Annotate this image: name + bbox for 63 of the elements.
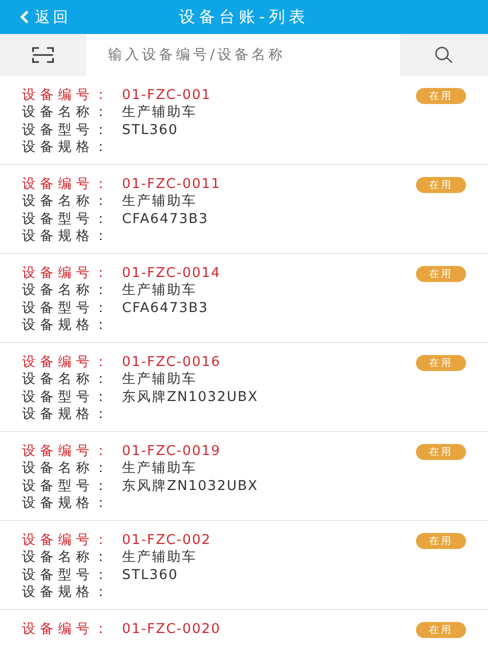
equipment-card[interactable]: 设备编号： 01-FZC-001 设备名称： 生产辅助车 设备型号： STL360 设备规格： 在用: [0, 76, 488, 165]
field-label: 设备型号：: [22, 566, 113, 584]
field-value: CFA6473B3: [122, 300, 208, 316]
field-label: 设备名称：: [22, 459, 113, 478]
field-label: 设备型号：: [22, 476, 113, 495]
equipment-code: 01-FZC-0011: [122, 176, 221, 192]
field-value: 生产辅助车: [122, 192, 197, 210]
status-badge: 在用: [416, 622, 466, 638]
field-label: 设备编号：: [22, 264, 113, 282]
field-value: STL360: [122, 566, 178, 583]
field-label: 设备规格：: [22, 494, 113, 512]
field-label: 设备名称：: [22, 281, 113, 300]
page-title: 设备台账-列表: [179, 6, 309, 28]
scan-icon: [32, 46, 54, 64]
field-label: 设备规格：: [22, 138, 113, 156]
field-value: 生产辅助车: [122, 103, 197, 122]
field-label: 设备编号：: [22, 86, 113, 104]
search-icon: [434, 46, 454, 64]
field-label: 设备名称：: [22, 370, 113, 388]
field-label: 设备型号：: [22, 388, 113, 406]
status-badge: 在用: [416, 355, 466, 371]
equipment-code: 01-FZC-0020: [122, 620, 221, 637]
status-badge: 在用: [416, 88, 466, 104]
field-label: 设备编号：: [22, 174, 113, 193]
equipment-card[interactable]: 设备编号： 01-FZC-0019 设备名称： 生产辅助车 设备型号： 东风牌ZN1032UBX 设备规格： 在用: [0, 432, 488, 521]
field-value: 东风牌ZN1032UBX: [122, 388, 258, 406]
field-value: CFA6473B3: [122, 210, 208, 227]
equipment-card[interactable]: 设备编号： 01-FZC-0011 设备名称： 生产辅助车 设备型号： CFA6473B3 设备规格： 在用: [0, 165, 488, 254]
status-badge: 在用: [416, 266, 466, 282]
field-value: 生产辅助车: [122, 459, 197, 478]
equipment-code: 01-FZC-0019: [122, 442, 221, 459]
search-field[interactable]: 输入设备编号/设备名称: [86, 34, 400, 76]
equipment-code: 01-FZC-0016: [122, 354, 221, 370]
status-badge: 在用: [416, 177, 466, 193]
field-label: 设备规格：: [22, 583, 113, 602]
field-label: 设备编号：: [22, 442, 113, 460]
field-value: 东风牌ZN1032UBX: [122, 476, 258, 495]
field-value: STL360: [122, 122, 178, 138]
field-label: 设备规格：: [22, 316, 113, 334]
field-label: 设备名称：: [22, 192, 113, 210]
equipment-code: 01-FZC-0014: [122, 264, 221, 281]
equipment-code: 01-FZC-001: [122, 86, 212, 103]
field-label: 设备型号：: [22, 210, 113, 228]
field-value: 生产辅助车: [122, 548, 197, 566]
chevron-left-icon: [20, 10, 29, 24]
field-value: 生产辅助车: [122, 370, 197, 388]
field-label: 设备名称：: [22, 103, 113, 122]
field-label: 设备型号：: [22, 120, 113, 139]
equipment-card[interactable]: 设备编号： 01-FZC-0020 在用: [0, 610, 488, 645]
equipment-card[interactable]: 设备编号： 01-FZC-0016 设备名称： 生产辅助车 设备型号： 东风牌ZN1032UBX 设备规格： 在用: [0, 343, 488, 432]
field-label: 设备规格：: [22, 227, 113, 246]
field-label: 设备名称：: [22, 548, 113, 566]
field-label: 设备编号：: [22, 620, 113, 638]
equipment-card[interactable]: 设备编号： 01-FZC-002 设备名称： 生产辅助车 设备型号： STL360 设备规格： 在用: [0, 521, 488, 610]
field-label: 设备编号：: [22, 352, 113, 371]
equipment-card[interactable]: 设备编号： 01-FZC-0014 设备名称： 生产辅助车 设备型号： CFA6473B3 设备规格： 在用: [0, 254, 488, 343]
equipment-code: 01-FZC-002: [122, 532, 212, 548]
field-label: 设备规格：: [22, 405, 113, 424]
field-label: 设备编号：: [22, 530, 113, 549]
field-label: 设备型号：: [22, 298, 113, 317]
field-value: 生产辅助车: [122, 281, 197, 300]
status-badge: 在用: [416, 533, 466, 549]
status-badge: 在用: [416, 444, 466, 460]
